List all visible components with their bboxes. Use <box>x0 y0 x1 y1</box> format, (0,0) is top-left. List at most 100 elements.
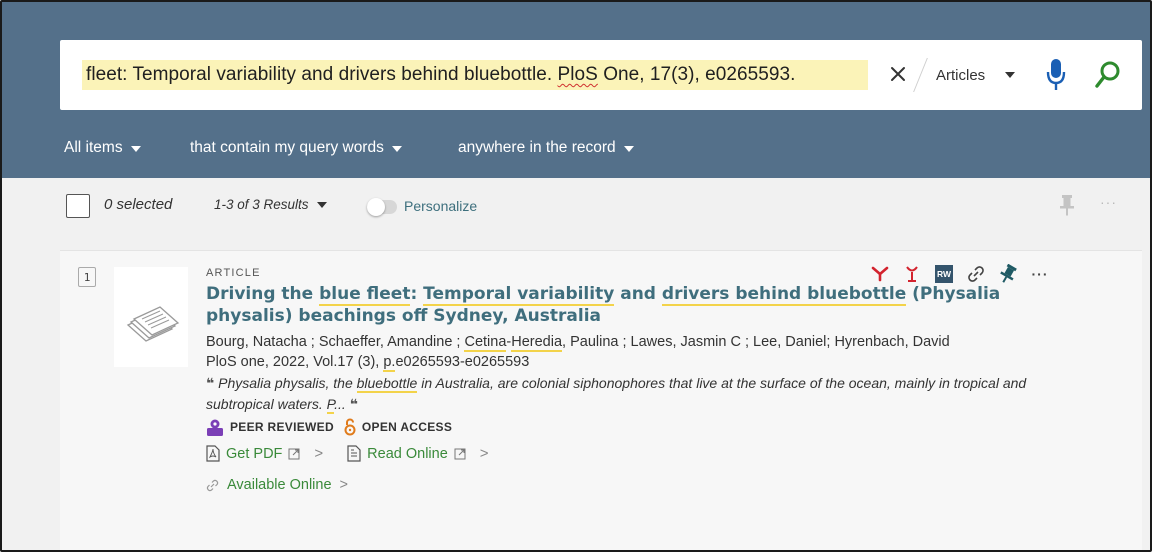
result-links: Get PDF > Read Online > <box>206 445 1066 462</box>
source-highlight: p. <box>383 354 396 372</box>
document-stack-icon <box>126 306 180 342</box>
caret-down-icon <box>1005 72 1016 78</box>
citation-icon <box>871 266 889 282</box>
result-item: 1 ARTICLE Driving the blue fleet: Tempor… <box>60 250 1142 550</box>
result-title-link[interactable]: Driving the blue fleet: Temporal variabi… <box>206 283 1066 327</box>
external-link-icon <box>288 448 300 459</box>
result-source: PloS one, 2022, Vol.17 (3), p.e0265593-e… <box>206 352 1066 372</box>
source-part: e0265593-e0265593 <box>395 354 530 370</box>
search-query-text: fleet: Temporal variability and drivers … <box>86 64 558 85</box>
authors-part: , Paulina ; Lawes, Jasmin C ; Lee, Danie… <box>562 334 950 350</box>
link-icon <box>968 266 984 282</box>
link-icon <box>206 479 219 491</box>
selected-count: 0 selected <box>104 196 173 213</box>
title-highlight: Temporal variability <box>423 284 615 306</box>
filter-query-precision-label: that contain my query words <box>190 139 384 156</box>
search-box[interactable]: fleet: Temporal variability and drivers … <box>60 40 1142 110</box>
read-online-link[interactable]: Read Online > <box>347 445 489 462</box>
quote-icon: ❝ <box>206 375 215 391</box>
snippet-part: Physalia physalis, the <box>214 375 357 391</box>
select-all-checkbox[interactable] <box>66 194 90 218</box>
open-access-label: OPEN ACCESS <box>361 420 453 434</box>
refworks-button[interactable]: RW <box>928 263 960 285</box>
quote-icon: ❝ <box>345 396 358 412</box>
peer-reviewed-label: PEER REVIEWED <box>230 420 334 434</box>
search-scope-label: Articles <box>936 66 986 84</box>
pdf-icon <box>206 445 220 462</box>
pin-icon <box>1000 264 1017 283</box>
cite-button[interactable] <box>864 263 896 285</box>
results-count-label: 1-3 of 3 Results <box>214 197 309 212</box>
microphone-icon <box>1046 59 1066 90</box>
read-online-label: Read Online <box>367 445 448 462</box>
title-part: : <box>410 284 424 304</box>
search-scope-dropdown[interactable]: Articles <box>936 64 1016 86</box>
results-count-dropdown[interactable]: 1-3 of 3 Results <box>214 197 327 212</box>
title-part: and <box>614 284 662 304</box>
search-icon <box>1095 61 1120 88</box>
personalize-label: Personalize <box>404 198 478 214</box>
chevron-right-icon: > <box>314 445 324 462</box>
result-actions: RW ··· <box>864 263 1056 285</box>
peer-reviewed-icon <box>207 419 223 436</box>
source-part: PloS one, 2022, Vol.17 (3), <box>206 354 384 370</box>
snippet-highlight: bluebottle <box>356 375 418 393</box>
authors-part: Bourg, Natacha ; Schaeffer, Amandine ; <box>206 334 465 350</box>
search-query-text-end: One, 17(3), e0265593. <box>597 64 796 85</box>
results-toolbar: 0 selected 1-3 of 3 Results Personalize … <box>2 178 1150 240</box>
filter-material-type-label: All items <box>64 139 123 156</box>
toggle-knob <box>367 198 385 216</box>
filter-material-type[interactable]: All items <box>64 139 141 157</box>
toolbar-more-button[interactable]: ··· <box>1100 194 1117 210</box>
snippet-part: ... <box>334 396 346 412</box>
search-query-misspelled: PloS <box>557 64 598 85</box>
close-icon <box>891 67 905 81</box>
caret-down-icon <box>130 146 141 152</box>
export-icon <box>906 266 918 282</box>
open-access-badge: OPEN ACCESS <box>344 418 452 436</box>
search-submit-button[interactable] <box>1094 60 1122 90</box>
filter-query-precision[interactable]: that contain my query words <box>190 139 402 157</box>
filter-search-field-label: anywhere in the record <box>458 139 616 156</box>
filter-search-field[interactable]: anywhere in the record <box>458 139 634 157</box>
result-authors: Bourg, Natacha ; Schaeffer, Amandine ; C… <box>206 332 1066 352</box>
caret-down-icon <box>623 146 634 152</box>
result-badges: PEER REVIEWED OPEN ACCESS <box>206 418 1066 436</box>
pin-result-button[interactable] <box>992 263 1024 285</box>
result-index: 1 <box>78 267 96 287</box>
voice-search-button[interactable] <box>1046 58 1066 92</box>
refworks-icon: RW <box>935 265 953 283</box>
result-details: ARTICLE Driving the blue fleet: Temporal… <box>206 267 1066 493</box>
result-snippet: ❝ Physalia physalis, the bluebottle in A… <box>206 373 1066 415</box>
chevron-right-icon: > <box>339 477 348 493</box>
authors-highlight: Heredia <box>511 334 563 352</box>
personalize-toggle[interactable] <box>367 198 397 216</box>
get-pdf-link[interactable]: Get PDF > <box>206 445 323 462</box>
result-thumbnail[interactable] <box>114 267 188 367</box>
search-divider <box>913 58 928 92</box>
search-header: fleet: Temporal variability and drivers … <box>2 2 1150 178</box>
clear-search-button[interactable] <box>886 60 910 88</box>
caret-down-icon <box>316 201 327 208</box>
title-part: Driving the <box>206 284 320 304</box>
chevron-right-icon: > <box>479 445 489 462</box>
pin-all-button[interactable] <box>1058 194 1076 216</box>
get-pdf-label: Get PDF <box>226 445 283 462</box>
more-icon: ··· <box>1031 266 1049 282</box>
app-frame: fleet: Temporal variability and drivers … <box>0 0 1152 552</box>
result-more-button[interactable]: ··· <box>1024 263 1056 285</box>
external-link-icon <box>454 448 466 459</box>
pin-icon <box>1060 195 1074 216</box>
document-icon <box>347 445 361 462</box>
search-input[interactable]: fleet: Temporal variability and drivers … <box>82 60 868 90</box>
title-highlight: drivers behind bluebottle <box>661 284 907 306</box>
available-online-label: Available Online <box>227 477 332 493</box>
authors-highlight: Cetina <box>464 334 507 352</box>
open-access-icon <box>344 418 356 436</box>
available-online-link[interactable]: Available Online > <box>206 477 1066 493</box>
peer-reviewed-badge: PEER REVIEWED <box>206 419 334 436</box>
caret-down-icon <box>391 146 402 152</box>
export-button[interactable] <box>896 263 928 285</box>
permalink-button[interactable] <box>960 263 992 285</box>
search-filters: All items that contain my query words an… <box>2 132 1150 164</box>
